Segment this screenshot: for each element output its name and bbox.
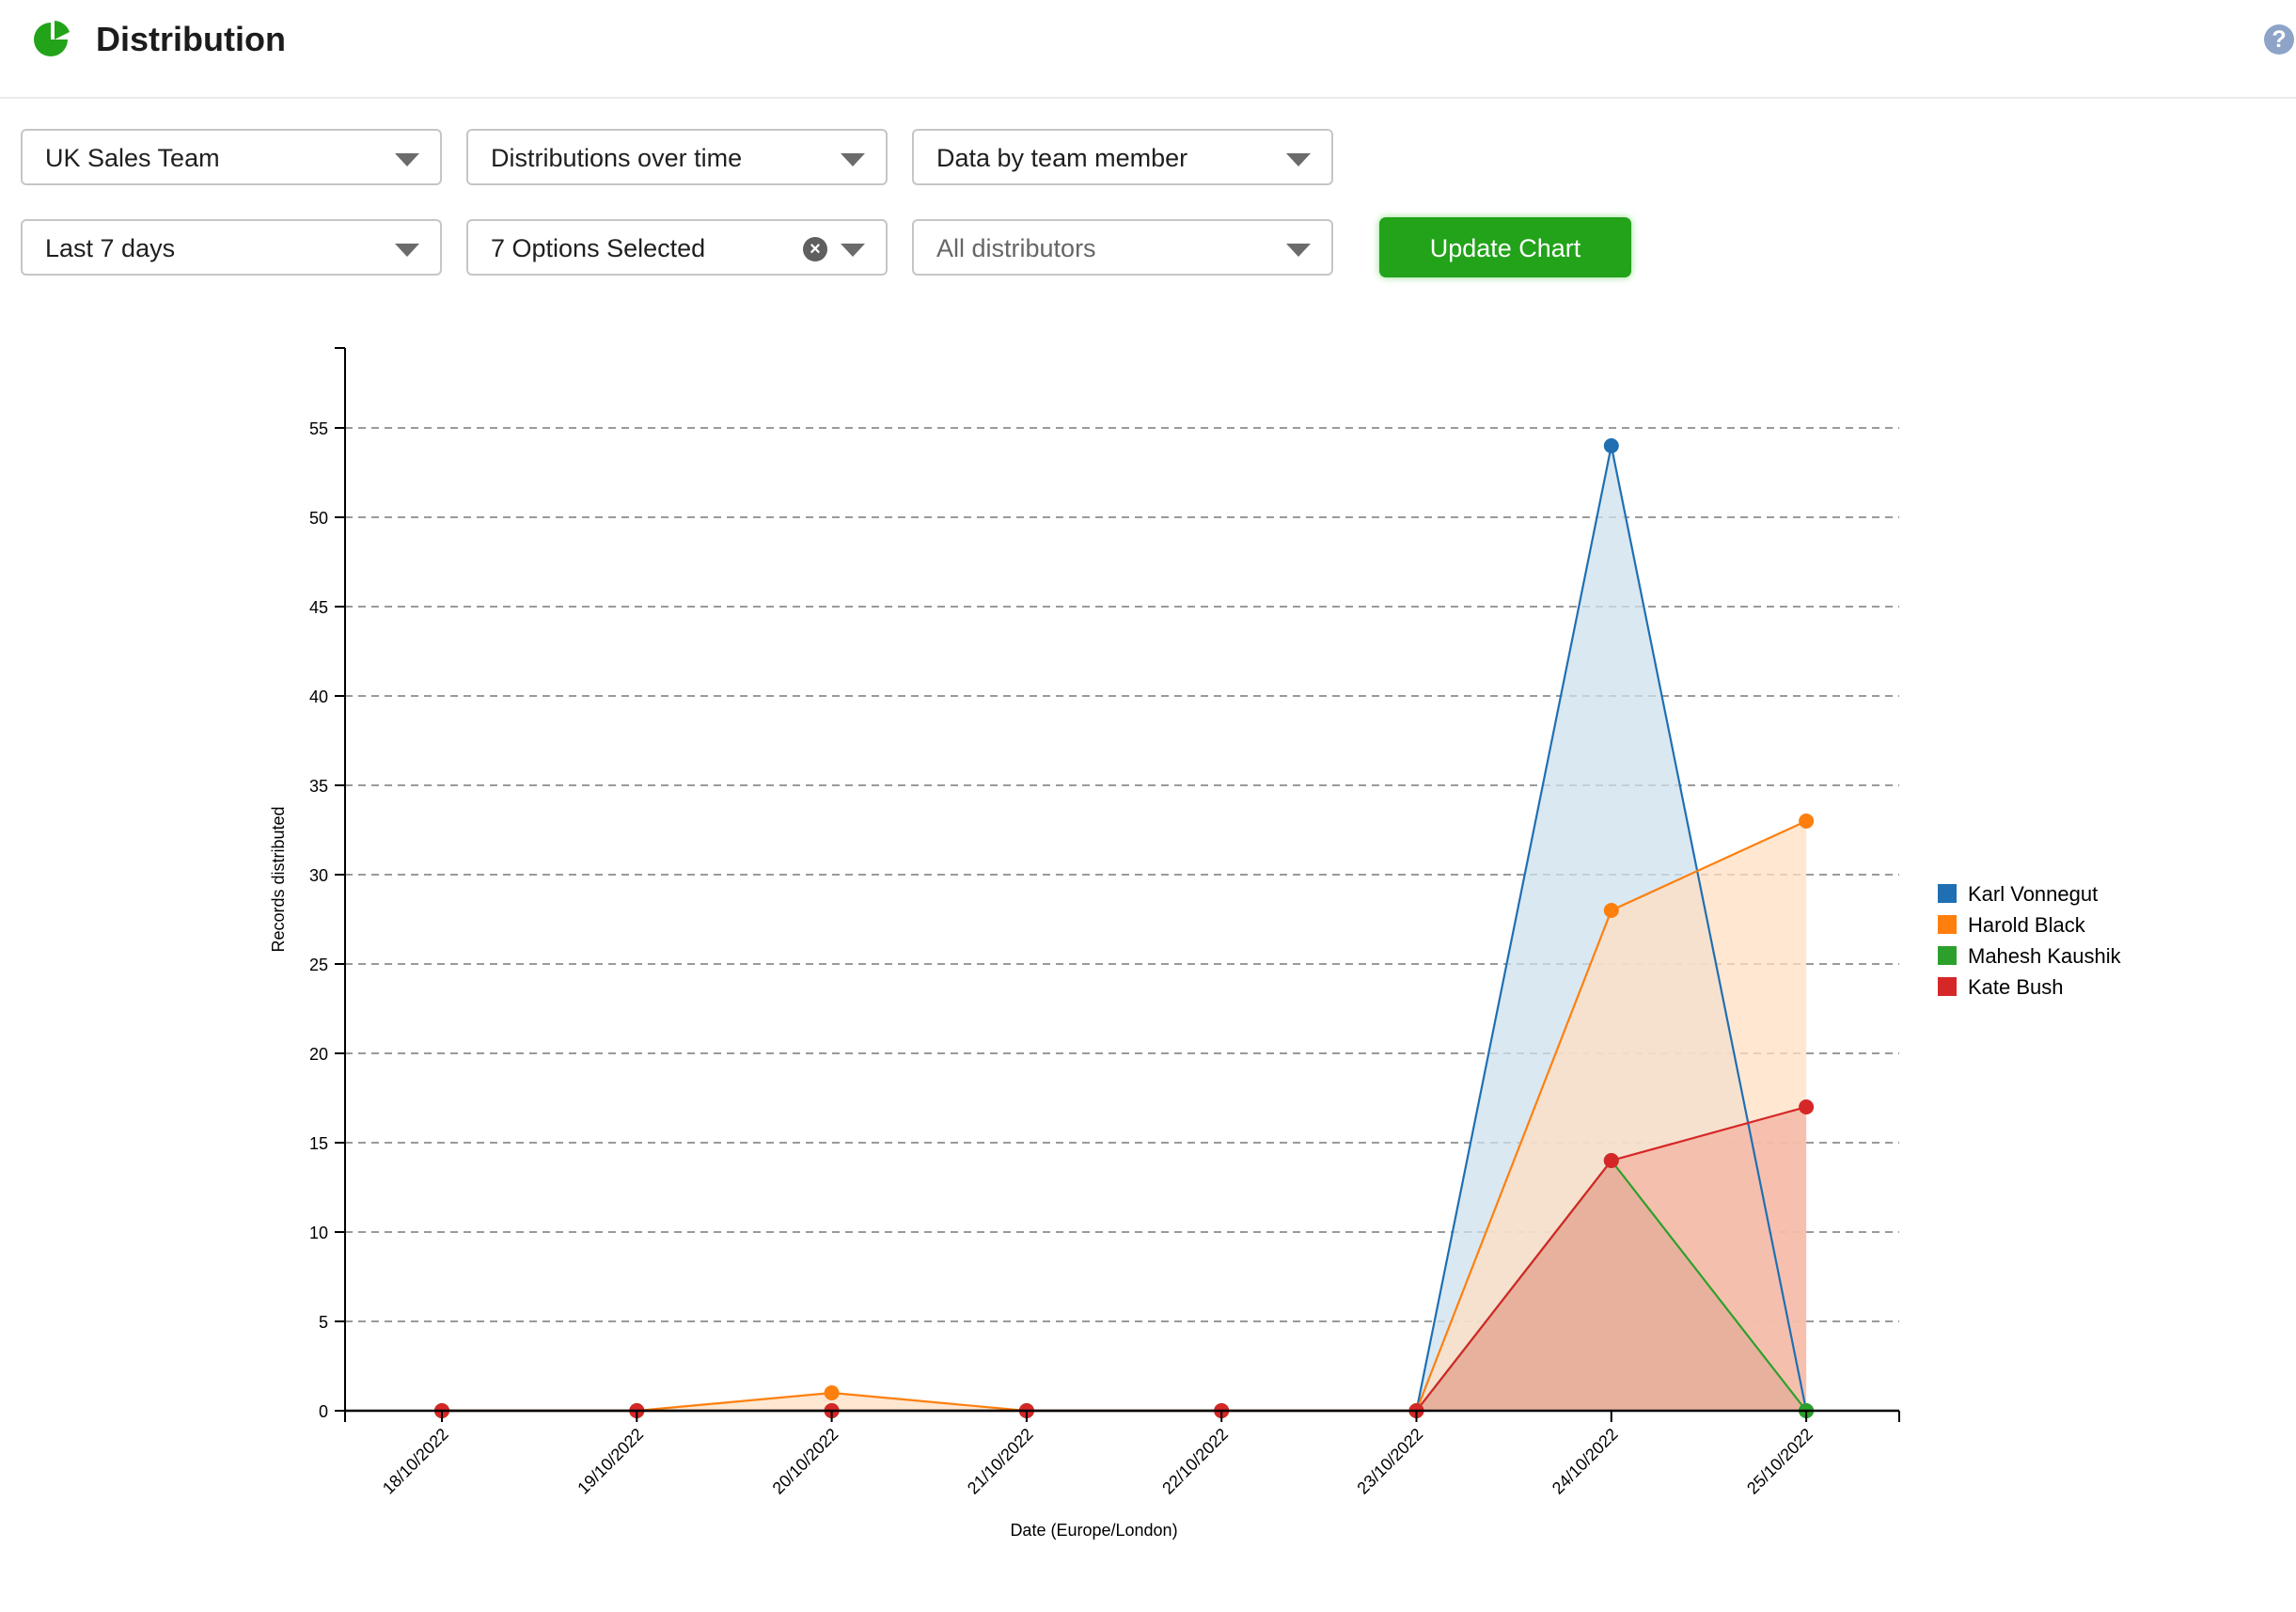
point-kate-bush: [1799, 1099, 1815, 1114]
point-harold-black: [1603, 903, 1619, 918]
y-tick-label: 55: [309, 419, 328, 438]
legend-label: Mahesh Kaushik: [1968, 944, 2122, 968]
distribution-chart: 0 5 10 15 20 25 30 35 40 45 50 55 18/10/2022 19/10/20…: [269, 347, 2122, 1540]
x-tick-label: 20/10/2022: [769, 1425, 842, 1498]
point-harold-black: [824, 1385, 840, 1400]
legend-label: Karl Vonnegut: [1968, 882, 2098, 906]
x-tick-label: 24/10/2022: [1549, 1425, 1622, 1498]
legend-swatch: [1938, 915, 1957, 934]
y-tick-label: 0: [319, 1402, 328, 1421]
legend-swatch: [1938, 977, 1957, 996]
x-tick-label: 21/10/2022: [964, 1425, 1037, 1498]
x-axis-title: Date (Europe/London): [1010, 1521, 1177, 1540]
point-karl-vonnegut: [1603, 438, 1619, 453]
y-tick-label: 45: [309, 598, 328, 617]
point-kate-bush: [1603, 1153, 1619, 1168]
x-tick-label: 18/10/2022: [379, 1425, 452, 1498]
x-tick-label: 23/10/2022: [1353, 1425, 1426, 1498]
y-tick-label: 5: [319, 1313, 328, 1332]
y-tick-label: 50: [309, 509, 328, 528]
y-axis-title: Records distributed: [269, 806, 288, 952]
y-tick-label: 40: [309, 687, 328, 706]
y-tick-label: 15: [309, 1134, 328, 1153]
y-tick-label: 10: [309, 1224, 328, 1242]
legend-swatch: [1938, 946, 1957, 965]
y-tick-label: 30: [309, 866, 328, 885]
y-tick-label: 25: [309, 956, 328, 974]
x-tick-label: 22/10/2022: [1158, 1425, 1232, 1498]
legend-label: Harold Black: [1968, 913, 2086, 937]
y-tick-label: 35: [309, 777, 328, 796]
point-harold-black: [1799, 814, 1815, 829]
y-tick-label: 20: [309, 1045, 328, 1064]
legend-swatch: [1938, 884, 1957, 903]
legend-label: Kate Bush: [1968, 975, 2064, 999]
x-tick-label: 19/10/2022: [574, 1425, 647, 1498]
x-tick-label: 25/10/2022: [1743, 1425, 1816, 1498]
